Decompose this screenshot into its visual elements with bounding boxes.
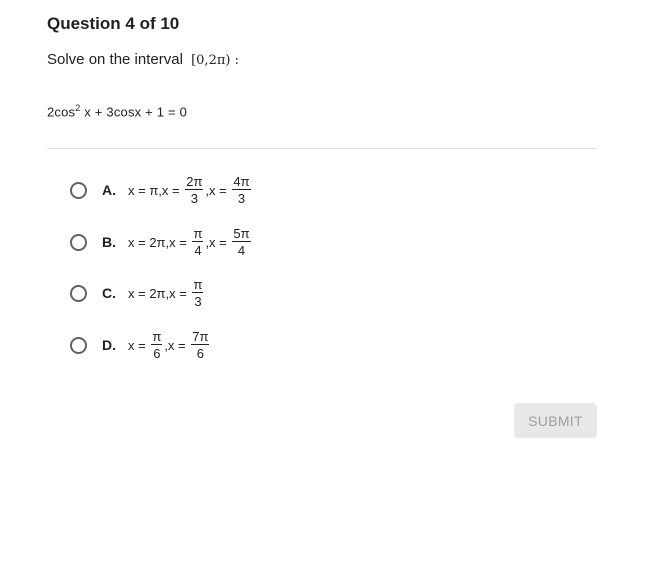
fraction-numerator: π [192, 226, 204, 242]
equation-part1: 2cos [47, 104, 76, 120]
fraction-denominator: 3 [194, 294, 202, 309]
option-d-text-1: x = [128, 337, 150, 353]
fraction-denominator: 6 [196, 346, 204, 361]
question-prompt: Solve on the interval [0,2π) : [47, 51, 239, 68]
fraction-numerator: π [151, 329, 163, 345]
fraction-denominator: 4 [237, 243, 246, 258]
option-c-text-1: x = 2π,x = [128, 285, 191, 301]
option-c-fraction-1: π3 [192, 277, 204, 309]
divider [47, 148, 597, 149]
radio-button-d[interactable] [70, 336, 87, 354]
option-b-fraction-1: π4 [192, 226, 204, 258]
equation-part2: x + 3cosx + 1 = 0 [80, 104, 188, 120]
option-a-text-1: x = π,x = [128, 182, 184, 198]
option-letter-a: A. [102, 182, 116, 198]
option-b-text-2: ,x = [205, 234, 231, 250]
option-math-c: x = 2π,x = π3 [128, 278, 205, 308]
option-b-text-1: x = 2π,x = [128, 234, 191, 250]
option-d-fraction-1: π6 [151, 329, 163, 361]
fraction-denominator: 4 [194, 243, 202, 258]
option-a-fraction-2: 4π 3 [232, 174, 251, 206]
interval-text: [0,2π) : [191, 53, 239, 68]
option-d-text-2: ,x = [164, 337, 190, 353]
radio-button-b[interactable] [70, 233, 87, 251]
answer-option-d[interactable]: D. x = π6 ,x = 7π 6 [70, 325, 211, 365]
fraction-numerator: 2π [185, 174, 204, 190]
answer-option-b[interactable]: B. x = 2π,x = π4 ,x = 5π 4 [70, 222, 253, 262]
fraction-numerator: 4π [232, 174, 251, 190]
prompt-text: Solve on the interval [47, 51, 183, 68]
option-b-fraction-2: 5π 4 [232, 226, 251, 258]
option-letter-d: D. [102, 337, 116, 353]
equation: 2cos2 x + 3cosx + 1 = 0 [47, 103, 187, 119]
question-counter: Question 4 of 10 [47, 14, 180, 33]
answer-option-c[interactable]: C. x = 2π,x = π3 [70, 273, 205, 313]
option-d-fraction-2: 7π 6 [191, 329, 210, 361]
radio-button-a[interactable] [70, 181, 87, 199]
option-letter-c: C. [102, 285, 116, 301]
option-letter-b: B. [102, 234, 116, 250]
fraction-denominator: 6 [153, 346, 161, 361]
answer-option-a[interactable]: A. x = π,x = 2π 3 ,x = 4π 3 [70, 170, 253, 210]
fraction-denominator: 3 [237, 191, 246, 206]
submit-button[interactable]: SUBMIT [514, 403, 597, 438]
fraction-numerator: π [192, 277, 204, 293]
option-math-a: x = π,x = 2π 3 ,x = 4π 3 [128, 175, 253, 205]
fraction-denominator: 3 [190, 191, 198, 206]
option-a-fraction-1: 2π 3 [185, 174, 204, 206]
fraction-numerator: 5π [232, 226, 251, 242]
radio-button-c[interactable] [70, 284, 87, 302]
option-math-d: x = π6 ,x = 7π 6 [128, 330, 211, 360]
option-a-text-2: ,x = [205, 182, 231, 198]
fraction-numerator: 7π [191, 329, 210, 345]
option-math-b: x = 2π,x = π4 ,x = 5π 4 [128, 227, 253, 257]
